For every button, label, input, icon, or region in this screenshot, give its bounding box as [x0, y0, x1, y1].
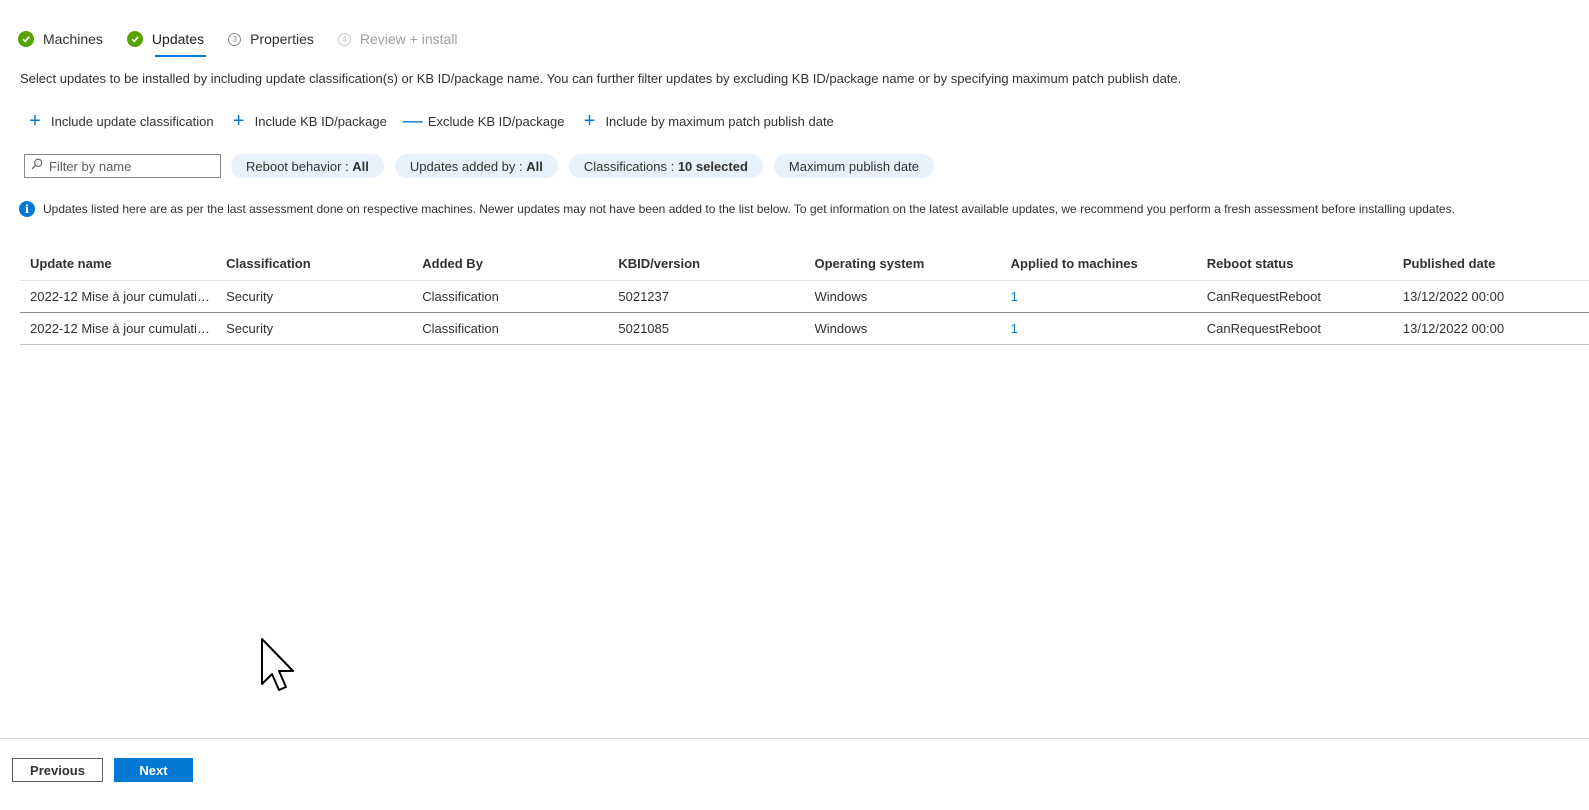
column-header-applied-to-machines[interactable]: Applied to machines [1001, 256, 1197, 271]
cell-classification: Security [226, 289, 274, 304]
updates-added-by-filter[interactable]: Updates added by : All [394, 154, 558, 178]
filter-label: Reboot behavior : [246, 158, 349, 174]
include-kb-button[interactable]: + Include KB ID/package [230, 110, 387, 132]
checkmark-icon [126, 31, 143, 47]
filter-value: 10 selected [677, 158, 748, 174]
tab-label: Properties [250, 31, 314, 47]
cell-reboot-status: CanRequestReboot [1206, 289, 1321, 304]
info-banner: i Updates listed here are as per the las… [19, 201, 1455, 217]
step-number-icon: 4 [337, 32, 351, 46]
filter-label: Classifications : [583, 158, 675, 174]
table-row[interactable]: 2022-12 Mise à jour cumulative… Security… [20, 313, 1589, 345]
search-icon [31, 157, 43, 175]
footer-divider [0, 738, 1589, 739]
maximum-publish-date-filter[interactable]: Maximum publish date [773, 154, 934, 178]
reboot-behavior-filter[interactable]: Reboot behavior : All [231, 154, 384, 178]
search-box [24, 154, 221, 178]
plus-icon: + [232, 110, 245, 132]
column-header-reboot-status[interactable]: Reboot status [1197, 256, 1393, 271]
applied-to-machines-link[interactable]: 1 [1001, 289, 1197, 304]
cell-update-name: 2022-12 Mise à jour cumulative… [30, 321, 217, 336]
plus-icon: + [29, 110, 41, 132]
column-header-update-name[interactable]: Update name [20, 256, 216, 271]
cell-kbid: 5021085 [618, 321, 669, 336]
info-icon: i [19, 201, 35, 217]
table-body: 2022-12 Mise à jour cumulative… Security… [20, 281, 1589, 345]
column-header-kbid-version[interactable]: KBID/version [608, 256, 804, 271]
classifications-filter[interactable]: Classifications : 10 selected [568, 154, 763, 178]
column-header-classification[interactable]: Classification [216, 256, 412, 271]
action-label: Include update classification [51, 113, 214, 129]
next-button[interactable]: Next [114, 758, 193, 782]
tab-label: Review + install [359, 31, 458, 47]
cell-kbid: 5021237 [618, 289, 669, 304]
cell-published-date: 13/12/2022 00:00 [1402, 321, 1505, 336]
mouse-cursor-icon [260, 637, 300, 695]
cell-operating-system: Windows [814, 289, 868, 304]
cell-update-name: 2022-12 Mise à jour cumulative… [30, 289, 217, 304]
action-toolbar: + Include update classification + Includ… [26, 110, 850, 132]
info-text: Updates listed here are as per the last … [43, 202, 1455, 216]
previous-button[interactable]: Previous [12, 758, 103, 782]
updates-table: Update name Classification Added By KBID… [20, 247, 1589, 345]
checkmark-icon [18, 31, 34, 47]
minus-icon: — [402, 110, 423, 132]
cell-operating-system: Windows [814, 321, 868, 336]
table-row[interactable]: 2022-12 Mise à jour cumulative… Security… [20, 281, 1589, 313]
step-number-icon: 3 [228, 32, 242, 46]
tab-label: Updates [151, 31, 205, 47]
cell-classification: Security [226, 321, 274, 336]
tab-machines[interactable]: Machines [18, 26, 103, 52]
action-label: Exclude KB ID/package [427, 113, 565, 129]
column-header-published-date[interactable]: Published date [1393, 256, 1589, 271]
tab-properties[interactable]: 3 Properties [228, 26, 314, 52]
tab-label: Machines [43, 31, 103, 47]
action-label: Include by maximum patch publish date [605, 113, 834, 129]
action-label: Include KB ID/package [254, 113, 387, 129]
include-classification-button[interactable]: + Include update classification [26, 110, 214, 132]
cell-reboot-status: CanRequestReboot [1206, 321, 1321, 336]
filter-value: All [352, 158, 369, 174]
filter-value: All [526, 158, 543, 174]
tab-updates[interactable]: Updates [126, 26, 207, 57]
cell-added-by: Classification [422, 321, 499, 336]
include-max-date-button[interactable]: + Include by maximum patch publish date [580, 110, 834, 132]
column-header-added-by[interactable]: Added By [412, 256, 608, 271]
filter-bar: Reboot behavior : All Updates added by :… [24, 154, 942, 178]
table-header-row: Update name Classification Added By KBID… [20, 247, 1589, 281]
applied-to-machines-link[interactable]: 1 [1001, 321, 1197, 336]
filter-by-name-input[interactable] [49, 158, 209, 174]
exclude-kb-button[interactable]: — Exclude KB ID/package [402, 110, 565, 132]
filter-label: Updates added by : [409, 158, 523, 174]
column-header-operating-system[interactable]: Operating system [805, 256, 1001, 271]
tab-review-install[interactable]: 4 Review + install [337, 26, 458, 52]
cell-added-by: Classification [422, 289, 499, 304]
plus-icon: + [583, 110, 596, 132]
wizard-tabs: Machines Updates 3 Properties 4 Review +… [18, 26, 482, 60]
page-description: Select updates to be installed by includ… [20, 71, 1182, 86]
cell-published-date: 13/12/2022 00:00 [1402, 289, 1505, 304]
page: Machines Updates 3 Properties 4 Review +… [0, 0, 1589, 810]
filter-label: Maximum publish date [788, 158, 919, 174]
